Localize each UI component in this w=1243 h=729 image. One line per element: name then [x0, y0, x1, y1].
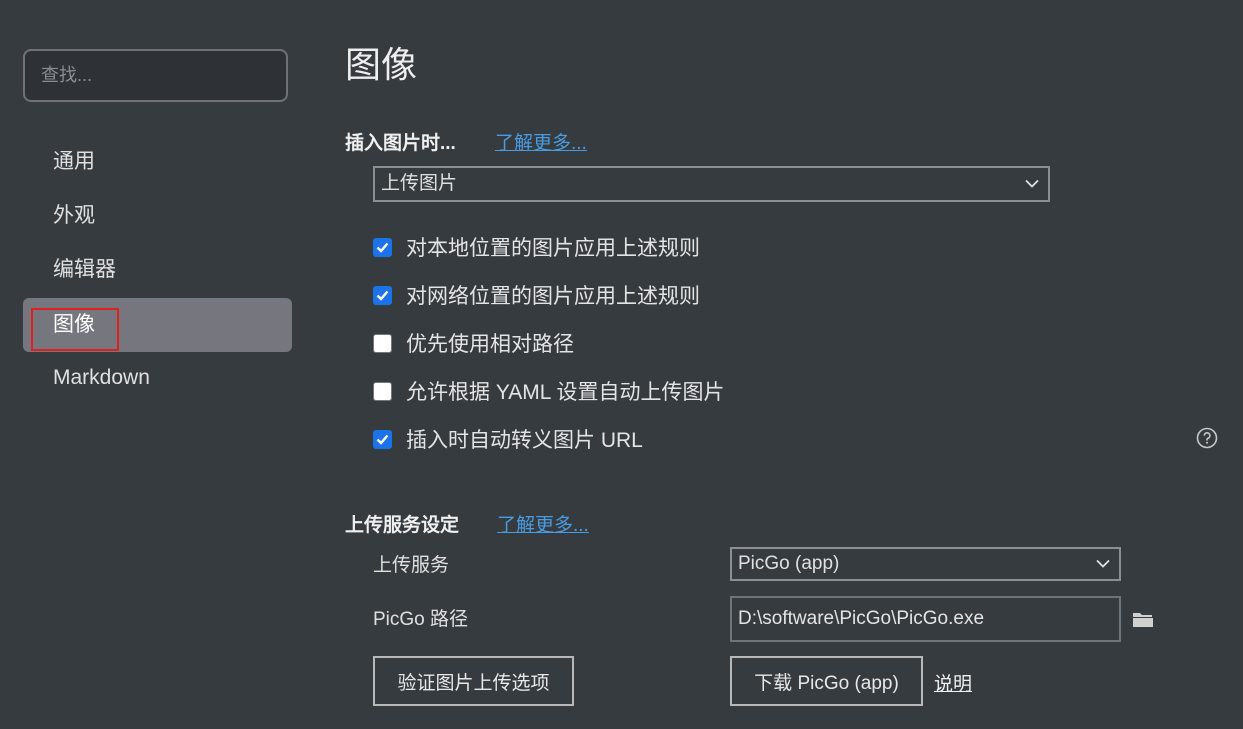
- picgo-path-input[interactable]: D:\software\PicGo\PicGo.exe: [730, 596, 1121, 642]
- checkbox-checked[interactable]: [373, 429, 392, 449]
- search-box: [23, 49, 288, 102]
- sidebar-item-general[interactable]: 通用: [23, 135, 292, 189]
- chevron-down-icon: [1025, 179, 1039, 188]
- main-panel: 图像 插入图片时... 了解更多... 上传图片 对本地位置的图片应用上述规则 …: [345, 0, 1243, 729]
- insert-action-select[interactable]: 上传图片: [373, 166, 1050, 202]
- upload-service-label: 上传服务: [373, 555, 450, 576]
- insert-action-value: 上传图片: [381, 173, 458, 194]
- sidebar-item-editor[interactable]: 编辑器: [23, 243, 292, 297]
- option-label: 插入时自动转义图片 URL: [406, 429, 643, 452]
- download-picgo-button[interactable]: 下载 PicGo (app): [730, 656, 923, 706]
- option-yaml-upload[interactable]: 允许根据 YAML 设置自动上传图片: [373, 376, 725, 406]
- checkbox-unchecked[interactable]: [373, 333, 392, 353]
- help-link[interactable]: 说明: [934, 669, 972, 696]
- folder-icon[interactable]: [1132, 610, 1154, 628]
- option-label: 允许根据 YAML 设置自动上传图片: [406, 381, 725, 404]
- insert-section-title: 插入图片时...: [345, 133, 456, 154]
- checkbox-unchecked[interactable]: [373, 381, 392, 401]
- option-relative-path[interactable]: 优先使用相对路径: [373, 328, 574, 358]
- checkbox-checked[interactable]: [373, 237, 392, 257]
- chevron-down-icon: [1096, 559, 1110, 568]
- option-label: 优先使用相对路径: [406, 333, 574, 356]
- upload-learn-more-link[interactable]: 了解更多...: [497, 510, 589, 537]
- upload-service-select[interactable]: PicGo (app): [730, 547, 1121, 581]
- page-title: 图像: [345, 44, 418, 85]
- upload-service-value: PicGo (app): [738, 553, 840, 574]
- option-label: 对本地位置的图片应用上述规则: [406, 237, 700, 260]
- sidebar-item-markdown[interactable]: Markdown: [23, 351, 292, 405]
- option-label: 对网络位置的图片应用上述规则: [406, 285, 700, 308]
- search-input[interactable]: [25, 51, 286, 100]
- sidebar: 通用 外观 编辑器 图像 Markdown: [0, 0, 315, 729]
- insert-learn-more-link[interactable]: 了解更多...: [495, 128, 587, 155]
- checkbox-checked[interactable]: [373, 285, 392, 305]
- sidebar-item-appearance[interactable]: 外观: [23, 189, 292, 243]
- sidebar-item-image[interactable]: 图像: [23, 298, 292, 352]
- option-network-images[interactable]: 对网络位置的图片应用上述规则: [373, 280, 700, 310]
- verify-upload-button[interactable]: 验证图片上传选项: [373, 656, 574, 706]
- option-escape-url[interactable]: 插入时自动转义图片 URL: [373, 424, 643, 454]
- option-local-images[interactable]: 对本地位置的图片应用上述规则: [373, 232, 700, 262]
- upload-section-title: 上传服务设定: [345, 515, 460, 536]
- picgo-path-value: D:\software\PicGo\PicGo.exe: [738, 608, 985, 629]
- picgo-path-label: PicGo 路径: [373, 609, 469, 630]
- help-icon[interactable]: [1196, 427, 1218, 449]
